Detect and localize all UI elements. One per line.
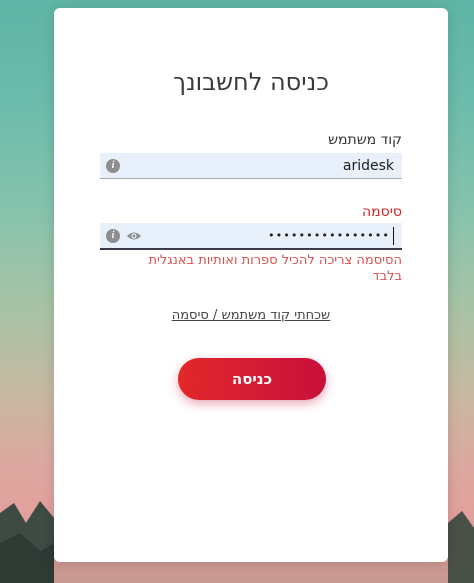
forgot-credentials-link[interactable]: שכחתי קוד משתמש / סיסמה [54, 308, 448, 323]
page-title: כניסה לחשבונך [173, 68, 329, 96]
info-icon[interactable]: i [106, 229, 120, 243]
password-error-message: הסיסמה צריכה להכיל ספרות ואותיות באנגלית… [148, 253, 402, 284]
username-value: aridesk [342, 158, 394, 174]
password-value: •••••••••••••••• [268, 229, 390, 242]
text-caret [393, 227, 394, 245]
username-label: קוד משתמש [328, 132, 402, 148]
password-label: סיסמה [362, 204, 402, 220]
login-card: כניסה לחשבונך קוד משתמש aridesk i סיסמה … [54, 8, 448, 562]
login-button[interactable]: כניסה [178, 358, 326, 400]
eye-icon[interactable] [126, 230, 142, 242]
info-icon[interactable]: i [106, 159, 120, 173]
password-field[interactable]: •••••••••••••••• i [100, 223, 402, 250]
username-field[interactable]: aridesk i [100, 153, 402, 179]
